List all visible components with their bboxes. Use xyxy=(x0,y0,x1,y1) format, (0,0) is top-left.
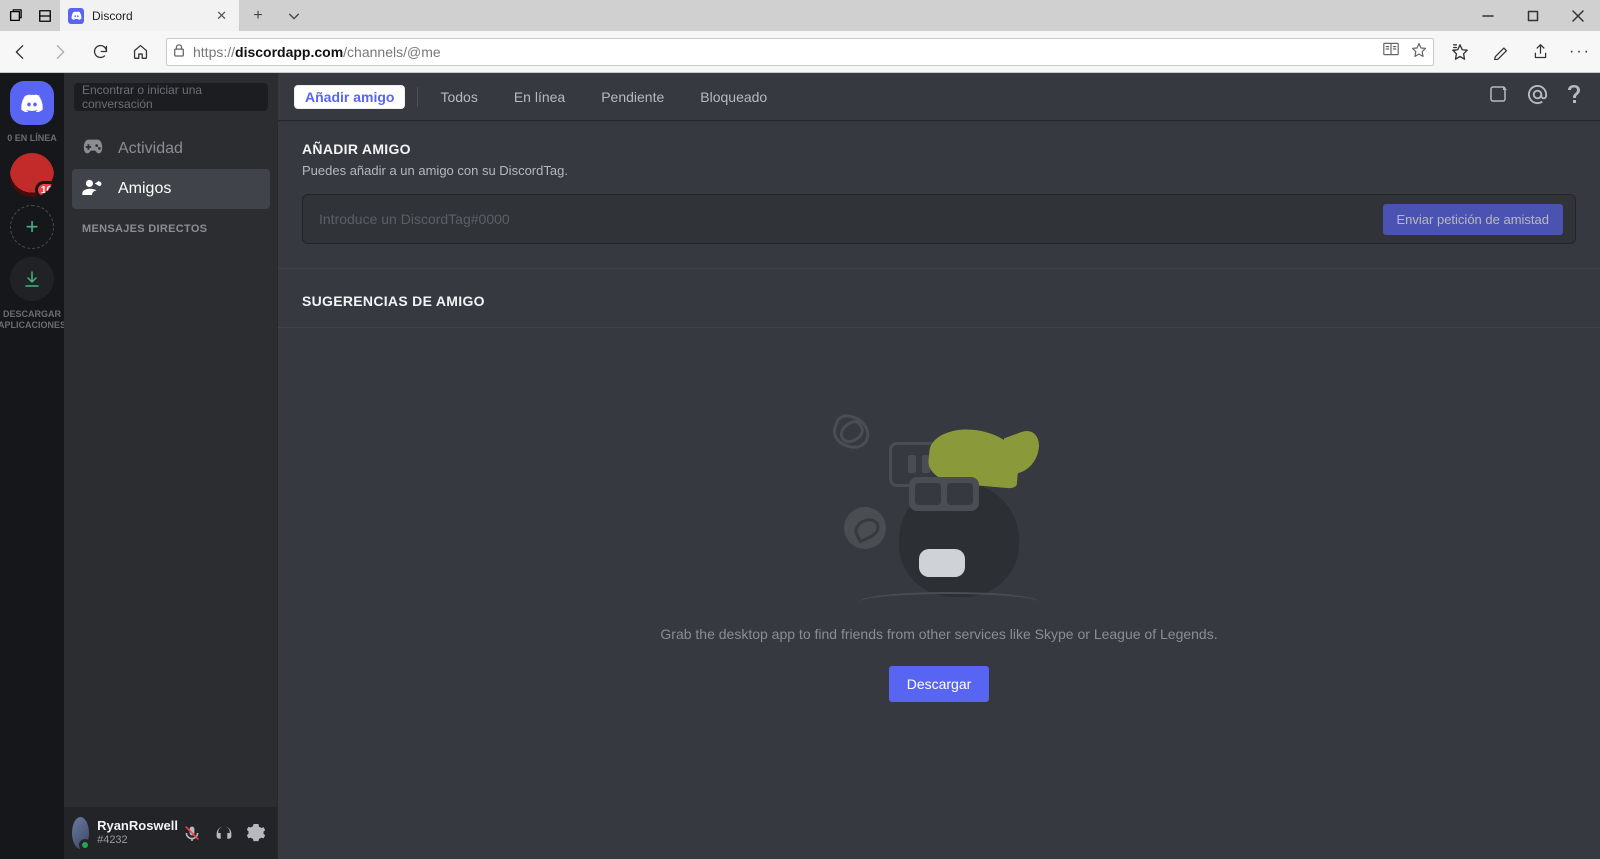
mute-button[interactable] xyxy=(178,819,206,847)
tab-pending[interactable]: Pendiente xyxy=(591,85,674,109)
dm-panel: Encontrar o iniciar una conversación Act… xyxy=(64,73,278,859)
friends-tabs: Añadir amigo Todos En línea Pendiente Bl… xyxy=(278,73,1600,121)
add-friend-subtitle: Puedes añadir a un amigo con su DiscordT… xyxy=(302,163,1576,178)
browser-tab[interactable]: Discord ✕ xyxy=(60,0,240,31)
add-server-button[interactable]: + xyxy=(10,205,54,249)
discord-tag-input[interactable] xyxy=(319,211,1383,227)
new-dm-icon[interactable] xyxy=(1489,84,1509,110)
user-avatar[interactable] xyxy=(72,817,89,849)
divider xyxy=(278,268,1600,269)
user-tag: #4232 xyxy=(97,833,178,847)
download-apps-button[interactable] xyxy=(10,257,54,301)
tab-blocked[interactable]: Bloqueado xyxy=(690,85,777,109)
home-button[interactable] xyxy=(120,43,160,60)
guilds-column: 0 EN LÍNEA 16 + DESCARGAR APLICACIONES xyxy=(0,73,64,859)
dm-search-placeholder: Encontrar o iniciar una conversación xyxy=(82,83,260,111)
sidebar-item-friends[interactable]: Amigos xyxy=(72,169,270,209)
send-friend-request-button[interactable]: Enviar petición de amistad xyxy=(1383,204,1563,235)
dm-search[interactable]: Encontrar o iniciar una conversación xyxy=(74,83,268,111)
main-content: Añadir amigo Todos En línea Pendiente Bl… xyxy=(278,73,1600,859)
notification-badge: 16 xyxy=(35,181,54,197)
suggestions-title: SUGERENCIAS DE AMIGO xyxy=(302,293,1576,309)
address-bar[interactable]: https://discordapp.com/channels/@me xyxy=(166,38,1434,66)
favorites-menu-button[interactable] xyxy=(1440,43,1480,61)
divider xyxy=(278,327,1600,328)
share-button[interactable] xyxy=(1520,43,1560,60)
status-indicator-icon xyxy=(79,839,91,851)
download-apps-label: DESCARGAR APLICACIONES xyxy=(0,309,66,331)
add-friend-title: AÑADIR AMIGO xyxy=(302,141,1576,157)
help-icon[interactable] xyxy=(1566,84,1584,110)
download-button[interactable]: Descargar xyxy=(889,666,990,702)
close-tab-icon[interactable]: ✕ xyxy=(212,6,231,26)
user-name: RyanRoswell xyxy=(97,819,178,833)
notes-button[interactable] xyxy=(1480,43,1520,60)
window-minimize-button[interactable] xyxy=(1465,0,1510,31)
new-tab-button[interactable]: + xyxy=(240,0,276,31)
server-icon[interactable]: 16 xyxy=(10,153,54,197)
tab-overflow-button[interactable] xyxy=(276,0,312,31)
forward-button[interactable] xyxy=(40,43,80,61)
sidebar-item-label: Amigos xyxy=(118,180,171,198)
deafen-button[interactable] xyxy=(210,819,238,847)
mentions-icon[interactable] xyxy=(1527,84,1548,110)
sidebar-item-activity[interactable]: Actividad xyxy=(72,129,270,169)
wumpus-illustration xyxy=(829,412,1049,602)
tab-add-friend[interactable]: Añadir amigo xyxy=(294,85,405,109)
tab-online[interactable]: En línea xyxy=(504,85,575,109)
tab-all[interactable]: Todos xyxy=(430,85,487,109)
window-maximize-button[interactable] xyxy=(1510,0,1555,31)
tab-actions-icon-2[interactable] xyxy=(30,0,60,31)
add-friend-input-row: Enviar petición de amistad xyxy=(302,194,1576,244)
back-button[interactable] xyxy=(0,43,40,61)
favorite-icon[interactable] xyxy=(1411,42,1427,61)
tab-title: Discord xyxy=(92,9,212,23)
user-info[interactable]: RyanRoswell #4232 xyxy=(97,819,178,847)
more-button[interactable]: ··· xyxy=(1560,43,1600,61)
home-button-discord[interactable] xyxy=(10,81,54,125)
settings-button[interactable] xyxy=(242,819,270,847)
reading-view-icon[interactable] xyxy=(1383,42,1399,61)
tab-divider xyxy=(417,87,418,107)
url-text: https://discordapp.com/channels/@me xyxy=(193,44,441,60)
window-close-button[interactable] xyxy=(1555,0,1600,31)
discord-favicon xyxy=(68,8,84,24)
lock-icon xyxy=(173,43,185,60)
refresh-button[interactable] xyxy=(80,43,120,60)
user-panel: RyanRoswell #4232 xyxy=(64,807,278,859)
empty-state-text: Grab the desktop app to find friends fro… xyxy=(660,626,1217,642)
friends-icon xyxy=(82,179,104,200)
sidebar-item-label: Actividad xyxy=(118,140,183,158)
empty-state: Grab the desktop app to find friends fro… xyxy=(302,352,1576,702)
online-count: 0 EN LÍNEA xyxy=(7,133,57,143)
controller-icon xyxy=(82,139,104,160)
tab-actions-icon-1[interactable] xyxy=(0,0,30,31)
dm-section-header: MENSAJES DIRECTOS xyxy=(82,223,270,235)
